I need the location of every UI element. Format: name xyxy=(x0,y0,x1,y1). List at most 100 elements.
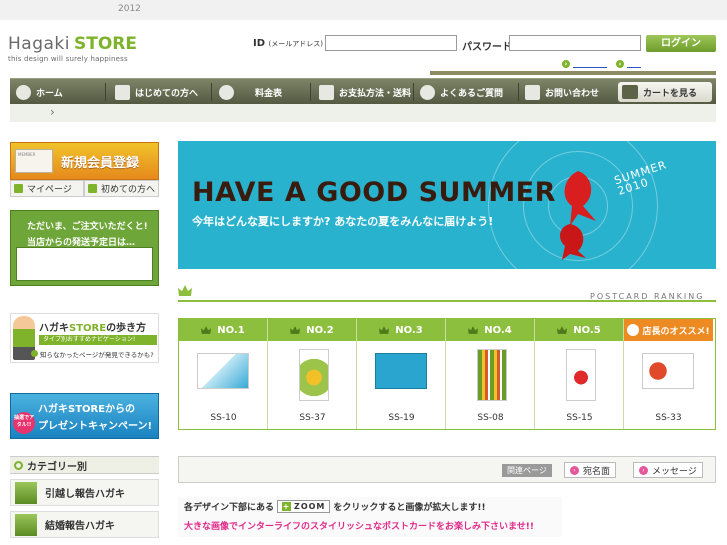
lottery-badge: 抽選でアタル!! xyxy=(13,412,35,434)
arrow-icon xyxy=(31,350,38,357)
postcard-thumbnail[interactable] xyxy=(375,353,427,389)
banner-title: HAVE A GOOD SUMMER xyxy=(192,177,556,208)
breadcrumb: › xyxy=(10,104,716,122)
category-thumb xyxy=(15,513,37,536)
shipping-date-box: ただいま、ご注文いただくと! 当店からの発送予定日は… xyxy=(10,210,159,286)
message-side-button[interactable]: › メッセージ xyxy=(633,462,703,478)
year-label: 2012 xyxy=(118,4,141,14)
store-guide-banner[interactable]: ハガキSTOREの歩き方 タイプ別おすすめナビゲーション! 知らなかったページが… xyxy=(10,313,159,363)
nav-divider xyxy=(310,83,311,101)
nav-divider xyxy=(518,83,519,101)
rank-label: NO.1 xyxy=(179,319,267,341)
postcard-thumbnail[interactable] xyxy=(197,353,249,389)
crown-icon xyxy=(379,326,390,334)
nav-contact[interactable]: お問い合わせ xyxy=(525,79,599,105)
related-tag: 関連ページ xyxy=(502,464,552,477)
cart-icon xyxy=(622,85,638,99)
id-input[interactable] xyxy=(325,35,457,51)
first-time-link[interactable]: 初めての方へ xyxy=(84,180,159,197)
nav-home[interactable]: ホーム xyxy=(16,79,63,105)
rank-label: NO.4 xyxy=(446,319,534,341)
arrow-icon: › xyxy=(570,465,579,475)
postcard-code: SS-08 xyxy=(477,413,504,423)
postcard-thumbnail[interactable] xyxy=(477,349,507,401)
nav-faq[interactable]: よくあるご質問 xyxy=(420,79,503,105)
ring-icon xyxy=(14,460,23,470)
truck-icon xyxy=(319,84,334,100)
main-nav: ホーム はじめての方へ 料金表 お支払方法・送料 よくあるご質問 お問い合わせ … xyxy=(10,78,716,104)
logo-store: STORE xyxy=(73,34,137,54)
crown-icon xyxy=(178,285,192,296)
campaign-line-1: ハガキSTOREからの xyxy=(38,404,136,415)
rank-column-3[interactable]: NO.3 SS-19 xyxy=(357,319,446,429)
rank-label: NO.3 xyxy=(357,319,445,341)
login-button[interactable]: ログイン xyxy=(646,35,716,52)
category-wedding[interactable]: 結婚報告ハガキ xyxy=(10,511,159,538)
mail-icon xyxy=(525,84,540,100)
arrow-icon: › xyxy=(562,60,570,68)
password-input[interactable] xyxy=(509,35,641,51)
arrow-icon: › xyxy=(616,60,624,68)
guide-title: ハガキSTOREの歩き方 xyxy=(39,323,147,334)
shipping-date-value xyxy=(16,247,153,281)
rank-column-4[interactable]: NO.4 SS-08 xyxy=(446,319,535,429)
goldfish-icon xyxy=(559,171,596,260)
zoom-note-line-2: 大きな画像でインターライフのスタイリッシュなポストカードをお楽しみ下さいませ!! xyxy=(184,522,534,532)
postcard-code: SS-10 xyxy=(210,413,237,423)
rank-column-5[interactable]: NO.5 SS-15 xyxy=(535,319,624,429)
rank-column-pick[interactable]: 店長のオススメ! SS-33 xyxy=(624,319,713,429)
nav-payment[interactable]: お支払方法・送料 xyxy=(319,79,411,105)
postcard-code: SS-15 xyxy=(566,413,593,423)
speech-bubble-icon xyxy=(420,84,435,100)
postcard-code: SS-37 xyxy=(299,413,326,423)
campaign-line-2: プレゼントキャンペーン! xyxy=(38,421,153,432)
postcard-code: SS-19 xyxy=(388,413,415,423)
nav-price[interactable]: 料金表 xyxy=(219,79,282,105)
postcard-thumbnail[interactable] xyxy=(299,349,329,401)
guide-subtitle: タイプ別おすすめナビゲーション! xyxy=(39,335,157,345)
home-icon xyxy=(16,84,31,100)
nav-first-time[interactable]: はじめての方へ xyxy=(115,79,198,105)
related-pages-bar: 関連ページ › 宛名面 › メッセージ xyxy=(178,456,716,483)
rank-column-2[interactable]: NO.2 SS-37 xyxy=(268,319,357,429)
yen-icon xyxy=(219,84,234,100)
crown-icon xyxy=(290,326,301,334)
category-moving[interactable]: 引越し報告ハガキ xyxy=(10,479,159,506)
address-side-button[interactable]: › 宛名面 xyxy=(564,462,617,478)
postcard-thumbnail[interactable] xyxy=(642,353,694,389)
member-register-button[interactable]: MEMBER 新規会員登録 xyxy=(10,142,159,180)
nav-divider xyxy=(413,83,414,101)
postcard-thumbnail[interactable] xyxy=(566,349,596,401)
breadcrumb-arrow: › xyxy=(50,105,55,119)
shipping-line-1: ただいま、ご注文いただくと! xyxy=(27,222,148,232)
zoom-button[interactable]: + ZOOM xyxy=(277,500,331,513)
postcard-code: SS-33 xyxy=(655,413,682,423)
logo-tagline: this design will surely happiness xyxy=(8,55,128,63)
id-label: ID (メールアドレス) xyxy=(253,38,323,49)
link-2[interactable] xyxy=(627,67,641,68)
link-1[interactable] xyxy=(573,67,607,68)
person-icon xyxy=(14,184,23,193)
rank-label: NO.5 xyxy=(535,319,623,341)
rank-column-1[interactable]: NO.1 SS-10 xyxy=(179,319,268,429)
header-divider xyxy=(430,71,716,75)
banner-subtitle: 今年はどんな夏にしますか? あなたの夏をみんなに届けよう! xyxy=(192,215,494,228)
guide-note: 知らなかったページが発見できるかも? xyxy=(31,349,154,359)
crown-icon xyxy=(201,326,212,334)
ranking-table: NO.1 SS-10 NO.2 SS-37 NO.3 SS-19 NO.4 SS… xyxy=(178,318,716,430)
mypage-link[interactable]: マイページ xyxy=(10,180,84,197)
leaf-icon xyxy=(115,84,130,100)
site-logo[interactable]: Hagaki STORE this design will surely happ… xyxy=(8,34,141,63)
nav-divider xyxy=(211,83,212,101)
cart-button[interactable]: カートを見る xyxy=(618,82,712,102)
top-strip: 2012 xyxy=(0,0,727,20)
present-campaign-banner[interactable]: 抽選でアタル!! ハガキSTOREからの プレゼントキャンペーン! xyxy=(10,393,159,439)
category-thumb xyxy=(15,481,37,504)
rank-label: NO.2 xyxy=(268,319,356,341)
summer-banner[interactable]: HAVE A GOOD SUMMER 今年はどんな夏にしますか? あなたの夏をみ… xyxy=(178,141,716,269)
zoom-note: 各デザイン下部にある + ZOOM をクリックすると画像が拡大します!! 大きな画… xyxy=(178,497,562,537)
rank-label: 店長のオススメ! xyxy=(624,319,713,341)
zoom-note-line-1: 各デザイン下部にある + ZOOM をクリックすると画像が拡大します!! xyxy=(184,500,486,513)
category-heading: カテゴリー別 xyxy=(10,456,159,474)
crown-icon xyxy=(557,326,568,334)
